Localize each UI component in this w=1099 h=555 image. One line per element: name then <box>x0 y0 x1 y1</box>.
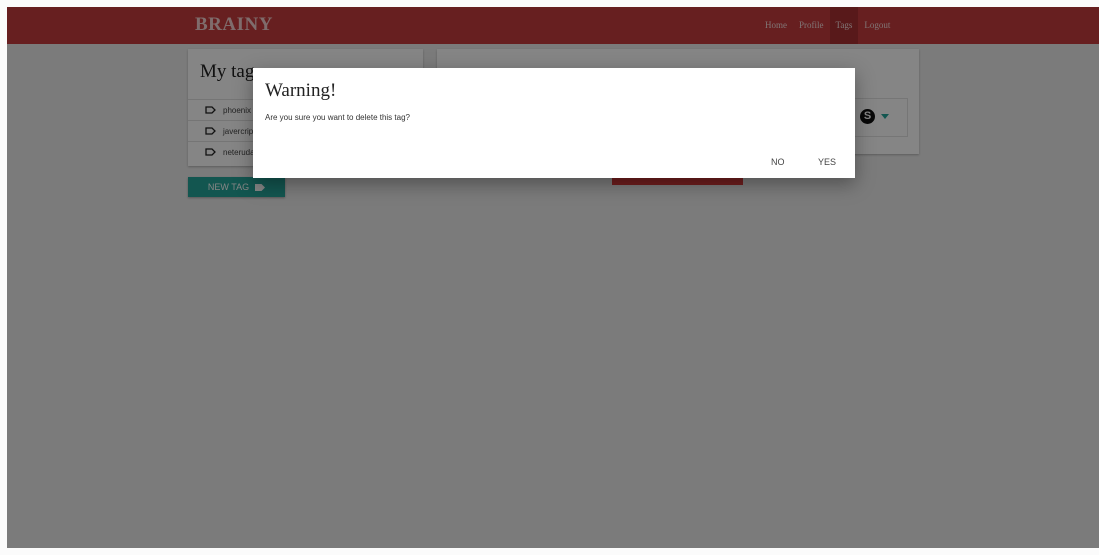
yes-button[interactable]: YES <box>818 157 836 167</box>
modal-title: Warning! <box>265 80 337 101</box>
modal-message: Are you sure you want to delete this tag… <box>265 113 410 122</box>
app-window: BRAINY Home Profile Tags Logout My tags … <box>7 7 1099 548</box>
warning-modal: Warning! Are you sure you want to delete… <box>253 68 855 178</box>
no-button[interactable]: NO <box>771 157 785 167</box>
